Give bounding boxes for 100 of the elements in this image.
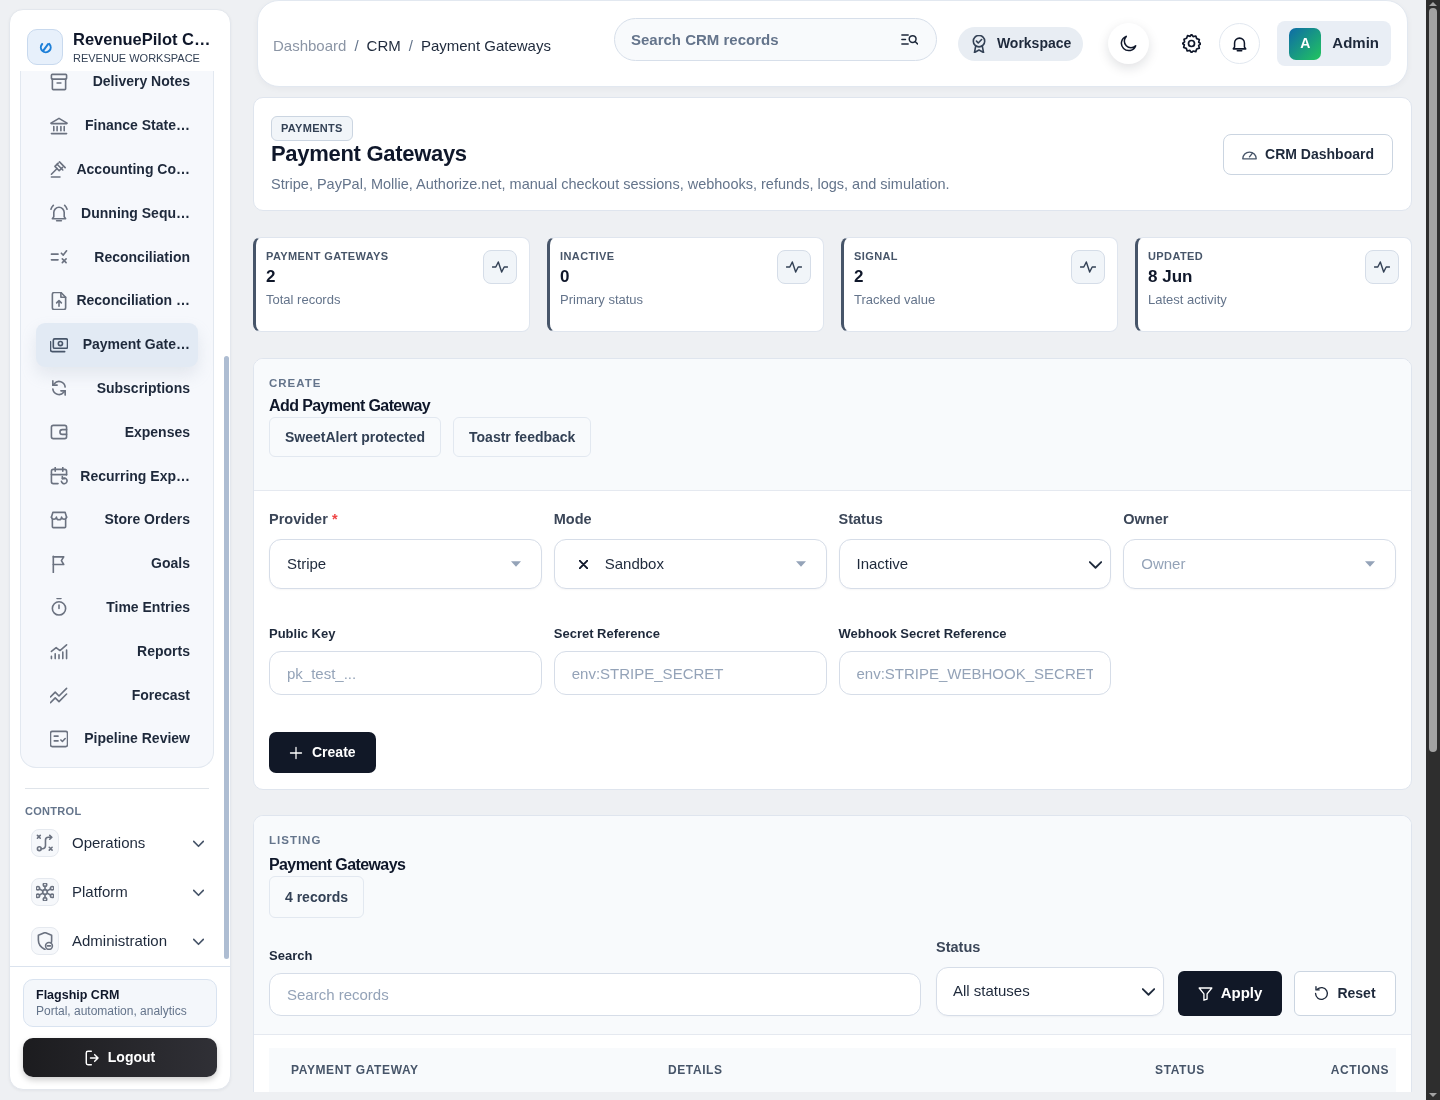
sidebar-item[interactable]: Recurring Exp… xyxy=(36,454,198,498)
sidebar-item[interactable]: Time Entries xyxy=(36,585,198,630)
trend-lines-icon xyxy=(50,686,68,705)
scrollbar-thumb[interactable] xyxy=(224,356,229,959)
brand-name: RevenuePilot C… xyxy=(73,29,211,49)
stat-value: 2 xyxy=(266,266,277,288)
caret-down-icon xyxy=(1365,559,1375,569)
sidebar-item[interactable]: Delivery Notes xyxy=(36,71,198,104)
reset-button[interactable]: Reset xyxy=(1294,971,1396,1016)
sidebar-item[interactable]: Reconciliation … xyxy=(36,279,198,323)
shield-icon xyxy=(31,927,59,956)
feature-tag: Toastr feedback xyxy=(453,417,592,457)
archive-icon xyxy=(50,72,68,91)
field-label: Webhook Secret Reference xyxy=(838,626,1008,642)
caret-down-icon xyxy=(510,559,521,569)
sidebar-item[interactable]: Subscriptions xyxy=(36,366,198,411)
scrollbar-thumb[interactable] xyxy=(1429,8,1437,752)
stat-label: PAYMENT GATEWAYS xyxy=(266,249,389,263)
stat-value: 0 xyxy=(560,266,571,288)
activity-icon xyxy=(483,250,517,284)
sidebar-item[interactable]: Finance State… xyxy=(36,103,198,148)
sidebar-item[interactable]: Forecast xyxy=(36,673,198,717)
rotate-icon xyxy=(1314,986,1330,1001)
sidebar-group[interactable]: Platform xyxy=(20,867,214,917)
stat-caption: Primary status xyxy=(560,291,644,309)
sidebar-item[interactable]: Expenses xyxy=(36,410,198,455)
plus-icon xyxy=(289,745,303,760)
bell-icon xyxy=(1231,35,1249,52)
stopwatch-icon xyxy=(50,598,68,617)
sidebar-item[interactable]: Reconciliation xyxy=(36,235,198,279)
field-label: Provider * xyxy=(269,510,339,528)
workspace-button[interactable]: Workspace xyxy=(957,26,1084,61)
chevron-down-icon xyxy=(1142,985,1155,998)
search-field[interactable]: Search records xyxy=(269,973,921,1016)
logout-button[interactable]: Logout xyxy=(23,1038,217,1077)
page-description: Stripe, PayPal, Mollie, Authorize.net, manual checkout sessions, webhooks, refunds, logs, and simulation. xyxy=(271,175,950,194)
input-field[interactable]: env:STRIPE_SECRET xyxy=(553,651,827,695)
card-title: Flagship CRM xyxy=(36,987,121,1003)
search-icon[interactable] xyxy=(901,31,918,48)
sidebar-item[interactable]: Payment Gate… xyxy=(36,322,198,367)
refresh-icon xyxy=(50,379,68,398)
field-label: Status xyxy=(838,510,884,528)
sidebar-item[interactable]: Dunning Sequ… xyxy=(36,191,198,236)
sidebar-item[interactable]: Store Orders xyxy=(36,497,198,542)
page-title: Payment Gateways xyxy=(271,141,468,167)
apply-button[interactable]: Apply xyxy=(1178,971,1282,1016)
activity-icon xyxy=(1071,250,1105,284)
logout-icon xyxy=(84,1049,101,1066)
settings-icon[interactable] xyxy=(1182,34,1202,53)
user-menu-button[interactable]: A Admin xyxy=(1277,21,1391,66)
sidebar-item[interactable]: Accounting Co… xyxy=(36,147,198,192)
section-title: Add Payment Gateway xyxy=(269,396,432,416)
sidebar-group[interactable]: Administration xyxy=(20,916,214,966)
field-label: Mode xyxy=(553,510,593,528)
theme-toggle-button[interactable] xyxy=(1108,23,1150,64)
column-header: STATUS xyxy=(1154,1062,1206,1079)
column-header: DETAILS xyxy=(668,1062,724,1079)
section-title: Payment Gateways xyxy=(269,855,407,875)
breadcrumb-link[interactable]: CRM xyxy=(366,35,401,58)
section-label: CREATE xyxy=(269,376,323,390)
network-icon xyxy=(31,878,59,907)
scroll-down-arrow-icon[interactable] xyxy=(1429,1092,1437,1098)
breadcrumb-current: Payment Gateways xyxy=(420,36,551,57)
field-label: Status xyxy=(936,938,982,956)
select-field[interactable]: Inactive xyxy=(838,539,1112,589)
stat-value: 2 xyxy=(854,266,865,288)
brand-subtitle: REVENUE WORKSPACE xyxy=(73,51,201,65)
create-button[interactable]: Create xyxy=(269,732,376,773)
section-label: LISTING xyxy=(269,833,323,847)
sidebar-item[interactable]: Pipeline Review xyxy=(36,716,198,761)
filter-icon xyxy=(1197,986,1213,1001)
select-field[interactable]: Sandbox xyxy=(553,539,827,589)
section-label: CONTROL xyxy=(24,803,83,819)
scrollbar[interactable] xyxy=(1426,0,1440,1100)
stat-label: SIGNAL xyxy=(854,249,899,263)
card-subtitle: Portal, automation, analytics xyxy=(36,1003,188,1019)
search-field[interactable]: Search CRM records xyxy=(614,18,937,61)
avatar: A xyxy=(1289,27,1322,60)
field-label: Secret Reference xyxy=(553,626,661,642)
dashboard-button[interactable]: CRM Dashboard xyxy=(1223,134,1393,175)
scroll-up-arrow-icon[interactable] xyxy=(1429,1,1437,7)
caret-down-icon xyxy=(795,559,806,569)
breadcrumb-separator: / xyxy=(408,36,413,57)
field-label: Owner xyxy=(1123,510,1170,528)
select-field[interactable]: Stripe xyxy=(269,539,542,589)
route-icon xyxy=(31,829,59,858)
moon-icon xyxy=(1120,35,1138,52)
sidebar-group[interactable]: Operations xyxy=(20,818,214,868)
select-field[interactable]: All statuses xyxy=(936,967,1164,1016)
sidebar-item[interactable]: Goals xyxy=(36,541,198,586)
clear-icon[interactable] xyxy=(578,559,588,569)
notifications-button[interactable] xyxy=(1219,23,1261,64)
bell-icon xyxy=(50,204,68,223)
field-label: Search xyxy=(269,948,314,964)
section-badge: PAYMENTS xyxy=(271,116,353,141)
column-header: ACTIONS xyxy=(1329,1062,1390,1079)
sidebar-item[interactable]: Reports xyxy=(36,629,198,674)
input-field[interactable]: pk_test_... xyxy=(269,651,542,695)
checklist-icon xyxy=(50,729,68,748)
stat-caption: Latest activity xyxy=(1148,291,1227,309)
